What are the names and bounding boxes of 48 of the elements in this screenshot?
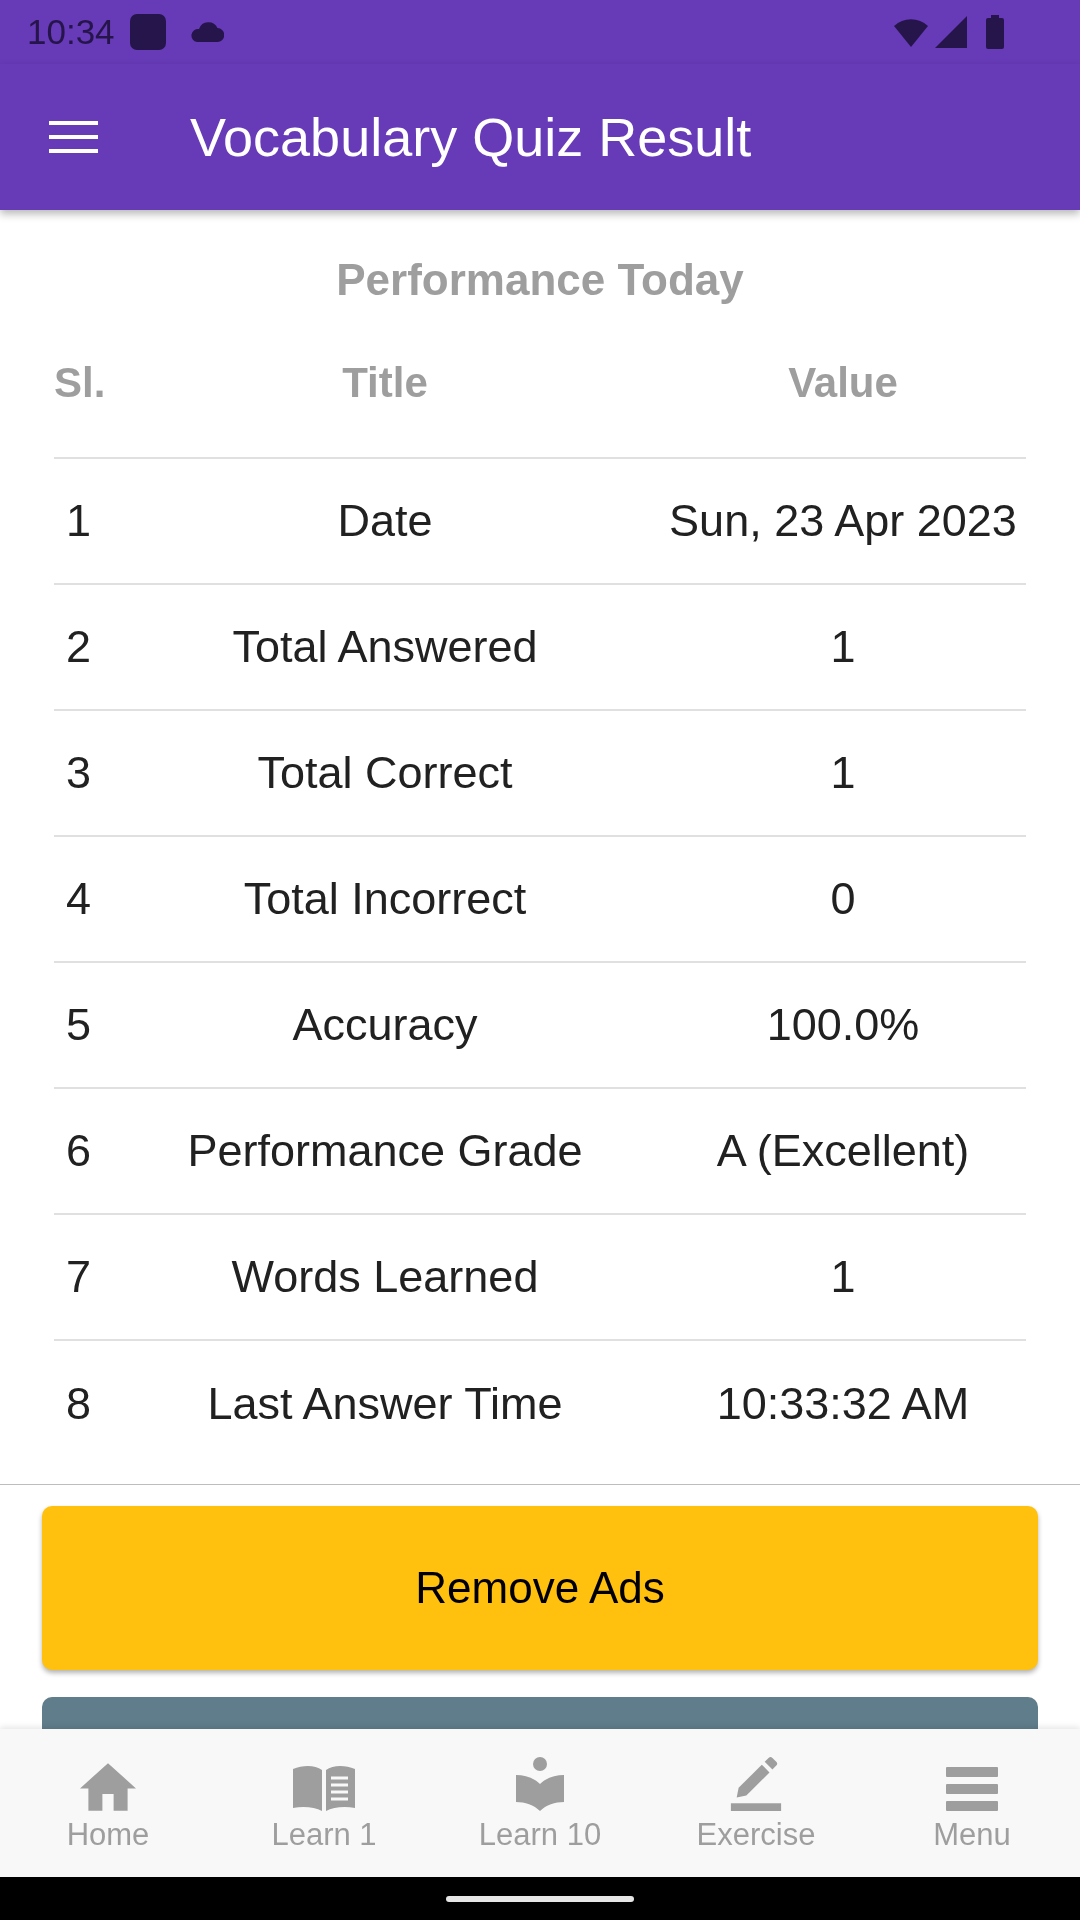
table-cell: 100.0% (766, 999, 920, 1051)
wifi-icon (894, 17, 928, 47)
table-cell-text: 8 (65, 1378, 92, 1430)
table-cell: 0 (830, 873, 856, 925)
table-cell: Performance Grade (187, 1125, 583, 1177)
remove-ads-button[interactable]: Remove Ads (42, 1506, 1038, 1670)
table-cell-text: 4 (65, 873, 92, 925)
nav-tab[interactable]: Learn 10 (432, 1729, 648, 1877)
open-book-icon (293, 1765, 355, 1811)
column-header: Value (788, 359, 898, 407)
table-cell: Sun, 23 Apr 2023 (669, 495, 1017, 547)
nav-tab[interactable]: Menu (864, 1729, 1080, 1877)
table-cell-text: 6 (65, 1125, 92, 1177)
table-cell: 1 (830, 1251, 856, 1303)
screen-title: Vocabulary Quiz Result (190, 106, 752, 169)
table-cell: Total Correct (257, 747, 513, 799)
pencil-icon (728, 1755, 784, 1811)
cloud-icon (188, 22, 224, 42)
nav-tab[interactable]: Exercise (648, 1729, 864, 1877)
table-cell: 1 (830, 747, 856, 799)
table-cell: Date (337, 495, 433, 547)
menu-icon[interactable] (49, 121, 98, 153)
section-title: Performance Today (335, 256, 745, 304)
gesture-handle[interactable] (446, 1895, 634, 1902)
table-cell: Last Answer Time (207, 1378, 563, 1430)
table-cell-text: 2 (65, 621, 92, 673)
table-cell: 1 (830, 621, 856, 673)
menu-icon (946, 1767, 998, 1811)
nav-tab[interactable]: Home (0, 1729, 216, 1877)
nav-tab[interactable]: Learn 1 (216, 1729, 432, 1877)
table-cell-text: 7 (65, 1251, 92, 1303)
table-cell-text: 3 (65, 747, 92, 799)
signal-icon (935, 16, 967, 48)
table-cell-text: 1 (65, 495, 92, 547)
table-cell: A (Excellent) (716, 1125, 970, 1177)
table-cell: Accuracy (292, 999, 478, 1051)
battery-icon (986, 15, 1004, 49)
person-reading-icon (516, 1757, 564, 1811)
square-icon (129, 14, 166, 50)
home-icon (80, 1763, 136, 1811)
table-cell: Total Incorrect (243, 873, 527, 925)
column-header: Title (342, 359, 428, 407)
table-cell: Words Learned (231, 1251, 539, 1303)
status-time: 10:34 (27, 12, 115, 52)
table-cell-text: 5 (65, 999, 92, 1051)
table-cell: Total Answered (232, 621, 538, 673)
column-header: Sl. (54, 359, 106, 407)
table-cell: 10:33:32 AM (716, 1378, 970, 1430)
